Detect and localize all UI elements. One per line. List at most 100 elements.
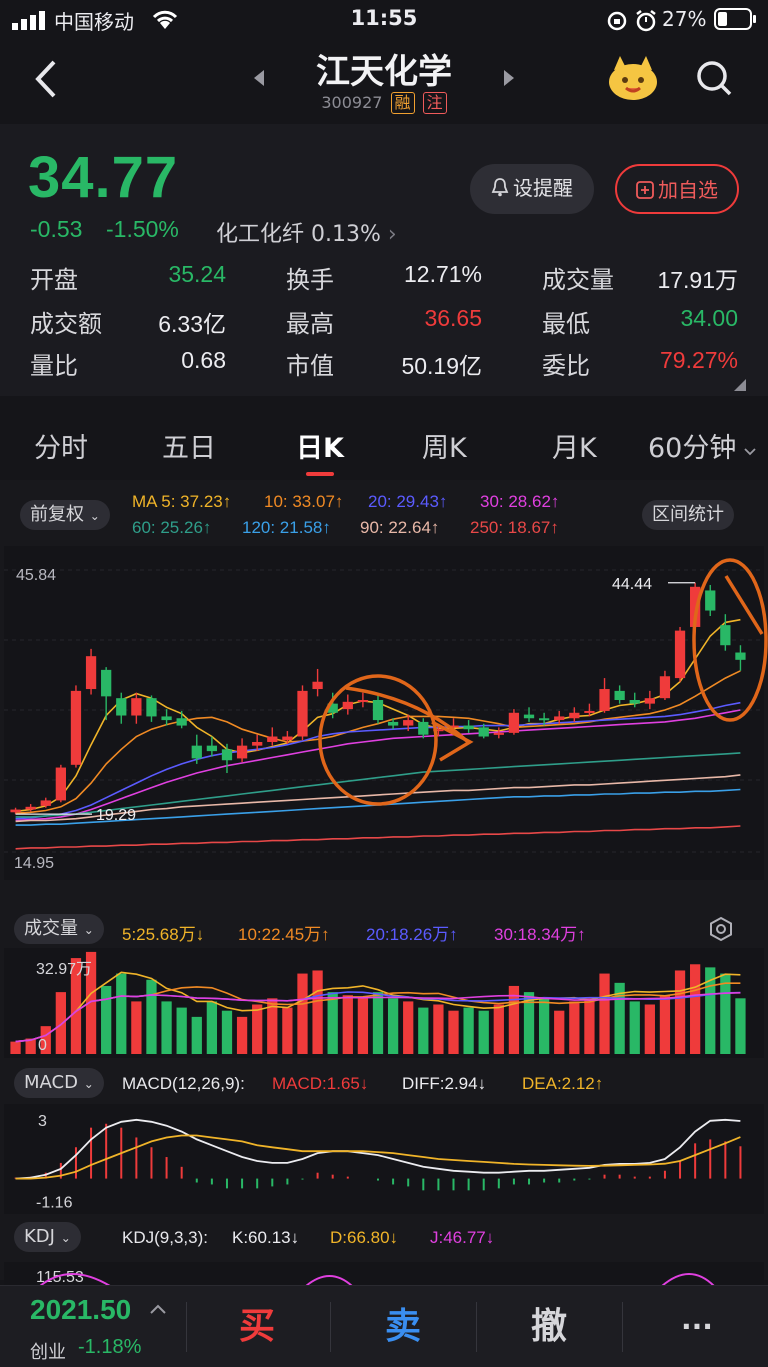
volume-bar (478, 1010, 489, 1054)
note-tag: 注 (422, 92, 447, 114)
settings-hex-icon[interactable] (708, 916, 734, 946)
stat-value: 34.00 (680, 305, 738, 331)
macd-axis-bottom: -1.16 (36, 1194, 73, 1211)
battery-percent: 27% (662, 7, 707, 31)
candle-body (191, 745, 202, 759)
volume-bar (493, 1004, 504, 1054)
stat-label: 委比 (542, 352, 590, 380)
volume-bar (236, 1016, 248, 1054)
volume-bar (463, 1007, 474, 1054)
bell-icon (491, 166, 509, 214)
legend-item: KDJ(9,3,3): (122, 1228, 208, 1247)
stat-value: 50.19亿 (401, 353, 482, 379)
legend-item: DEA:2.12↑ (522, 1074, 604, 1093)
candle-body (312, 681, 323, 690)
price-change-pct: -1.50% (106, 216, 179, 242)
candle-body (297, 690, 308, 737)
adjust-mode-label: 前复权 (30, 504, 84, 525)
tab-3[interactable]: 周K (422, 426, 467, 465)
volume-bar (101, 985, 112, 1054)
candle-body (569, 712, 580, 719)
bottom-trade-bar: 2021.50 创业 -1.18% 买 卖 撤 ··· (0, 1285, 768, 1367)
volume-indicator-dropdown[interactable]: 成交量 ⌄ (14, 914, 104, 944)
range-stats-button[interactable]: 区间统计 (642, 500, 734, 530)
candle-body (372, 699, 384, 721)
chevron-down-icon: ⌄ (83, 1077, 94, 1091)
set-alert-button[interactable]: 设提醒 (470, 164, 594, 214)
volume-bar (161, 1001, 172, 1054)
divider (622, 1302, 623, 1352)
kdj-indicator-label: KDJ (24, 1226, 55, 1247)
volume-bar (312, 970, 323, 1054)
more-button[interactable]: ··· (626, 1286, 768, 1367)
cancel-order-button[interactable]: 撤 (480, 1286, 618, 1367)
price-axis-bottom: 14.95 (14, 855, 54, 872)
adjust-mode-dropdown[interactable]: 前复权 ⌄ (20, 500, 110, 530)
candle-body (584, 710, 595, 713)
high-price-label: 44.44 (612, 576, 652, 593)
chevron-up-icon[interactable] (150, 1300, 166, 1319)
candle-body (508, 712, 520, 733)
volume-bar (629, 1001, 640, 1054)
legend-item: 10:22.45万↑ (238, 925, 330, 944)
active-tab-indicator (306, 472, 334, 476)
volume-bar (387, 998, 399, 1054)
volume-bar (644, 1004, 655, 1054)
quote-panel: 34.77 设提醒 加自选 -0.53 -1.50% 化工化纤 0.13% › … (0, 124, 768, 396)
index-value[interactable]: 2021.50 (30, 1294, 131, 1326)
candle-body (236, 745, 248, 759)
battery-icon (714, 8, 758, 35)
tab-1[interactable]: 五日 (162, 426, 216, 465)
tab-0[interactable]: 分时 (34, 426, 88, 465)
legend-item: 10: 33.07↑ (264, 492, 344, 511)
volume-bar (720, 973, 731, 1054)
candle-body (720, 625, 731, 646)
volume-bar (10, 1041, 21, 1054)
candle-body (674, 630, 686, 679)
search-icon[interactable] (694, 58, 734, 102)
expand-corner-icon[interactable] (734, 376, 746, 395)
volume-bar (357, 998, 369, 1054)
margin-tag: 融 (390, 92, 415, 114)
candle-body (387, 721, 399, 726)
candle-body (493, 732, 504, 735)
mascot-icon[interactable] (606, 54, 660, 106)
kdj-indicator-dropdown[interactable]: KDJ ⌄ (14, 1222, 81, 1252)
buy-button[interactable]: 买 (188, 1286, 326, 1367)
candle-body (267, 736, 278, 742)
candle-body (40, 800, 51, 806)
macd-indicator-dropdown[interactable]: MACD ⌄ (14, 1068, 104, 1098)
candle-body (101, 669, 112, 697)
add-watchlist-button[interactable]: 加自选 (615, 164, 739, 214)
tab-2[interactable]: 日K (296, 426, 344, 465)
volume-bar (538, 998, 550, 1054)
index-name: 创业 (30, 1342, 66, 1363)
sector-link[interactable]: 化工化纤 0.13% › (216, 216, 397, 248)
legend-item: MACD:1.65↓ (272, 1074, 369, 1093)
tab-5[interactable]: 60分钟 (648, 426, 736, 465)
candle-body (252, 741, 263, 746)
volume-bar (116, 973, 127, 1054)
stat-label: 市值 (286, 352, 334, 380)
tab-4[interactable]: 月K (552, 426, 597, 465)
legend-item: 30:18.34万↑ (494, 925, 586, 944)
next-stock-icon[interactable] (502, 68, 516, 92)
volume-bar (191, 1016, 202, 1054)
volume-bar (659, 995, 671, 1054)
stat-value: 6.33亿 (158, 311, 226, 337)
candle-body (221, 749, 233, 761)
volume-bar (327, 992, 338, 1054)
legend-item: DIFF:2.94↓ (402, 1074, 487, 1093)
volume-axis-zero: 0 (38, 1037, 47, 1054)
volume-bar (131, 1001, 142, 1054)
stat-value: 17.91万 (657, 267, 738, 293)
volume-bar (418, 1007, 429, 1054)
candle-body (659, 676, 671, 699)
volume-bar (735, 998, 746, 1054)
set-alert-label: 设提醒 (513, 176, 573, 200)
volume-bar (55, 992, 66, 1054)
legend-item: 250: 18.67↑ (470, 518, 559, 537)
volume-bar (403, 1001, 414, 1054)
sell-button[interactable]: 卖 (334, 1286, 472, 1367)
candle-body (85, 656, 97, 690)
